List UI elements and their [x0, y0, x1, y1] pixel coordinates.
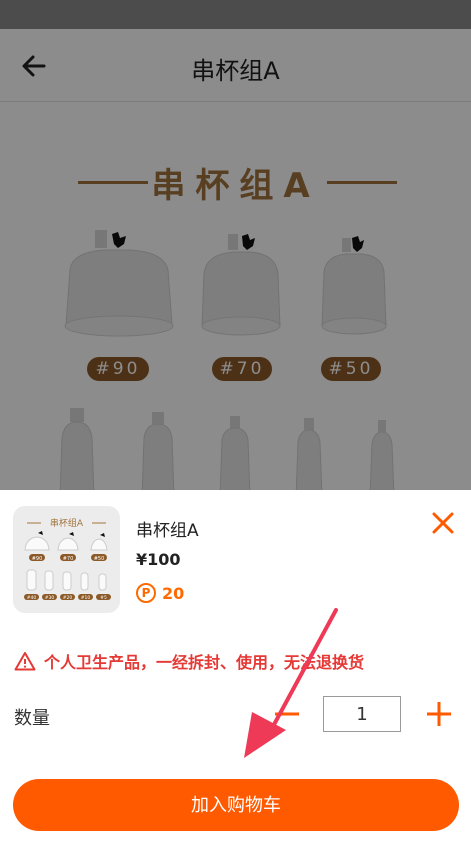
dim-overlay[interactable] — [0, 0, 471, 492]
thumbnail-tag-70: #70 — [63, 556, 74, 562]
product-thumbnail: 串杯组A #90 #70 #50 #40 #30 #20 #10 #5 — [13, 506, 120, 613]
warning-text: 个人卫生产品，一经拆封、使用，无法退换货 — [44, 653, 365, 672]
thumbnail-tag-5: #5 — [100, 595, 107, 601]
product-price: ¥100 — [136, 550, 181, 569]
product-name: 串杯组A — [136, 521, 199, 541]
warning-icon — [14, 651, 36, 671]
quantity-input[interactable] — [323, 696, 401, 732]
close-icon[interactable] — [428, 508, 458, 538]
thumbnail-tag-10: #10 — [81, 595, 91, 601]
points-value: 20 — [162, 583, 185, 603]
thumbnail-tag-40: #40 — [27, 595, 37, 601]
quantity-label: 数量 — [14, 708, 50, 729]
add-to-cart-sheet: 串杯组A #90 #70 #50 #40 #30 #20 #10 #5 串杯组A… — [0, 490, 471, 843]
points-row: P 20 — [136, 582, 184, 604]
minus-icon[interactable] — [272, 696, 302, 732]
plus-icon[interactable] — [423, 696, 455, 732]
thumbnail-tag-90: #90 — [32, 556, 43, 562]
points-icon: P — [136, 583, 156, 603]
thumbnail-tag-50: #50 — [94, 556, 105, 562]
thumbnail-tag-30: #30 — [45, 595, 55, 601]
thumbnail-title: 串杯组A — [50, 517, 84, 529]
thumbnail-tag-20: #20 — [63, 595, 73, 601]
warning-message: 个人卫生产品，一经拆封、使用，无法退换货 — [14, 649, 364, 673]
add-to-cart-button[interactable]: 加入购物车 — [13, 779, 459, 831]
